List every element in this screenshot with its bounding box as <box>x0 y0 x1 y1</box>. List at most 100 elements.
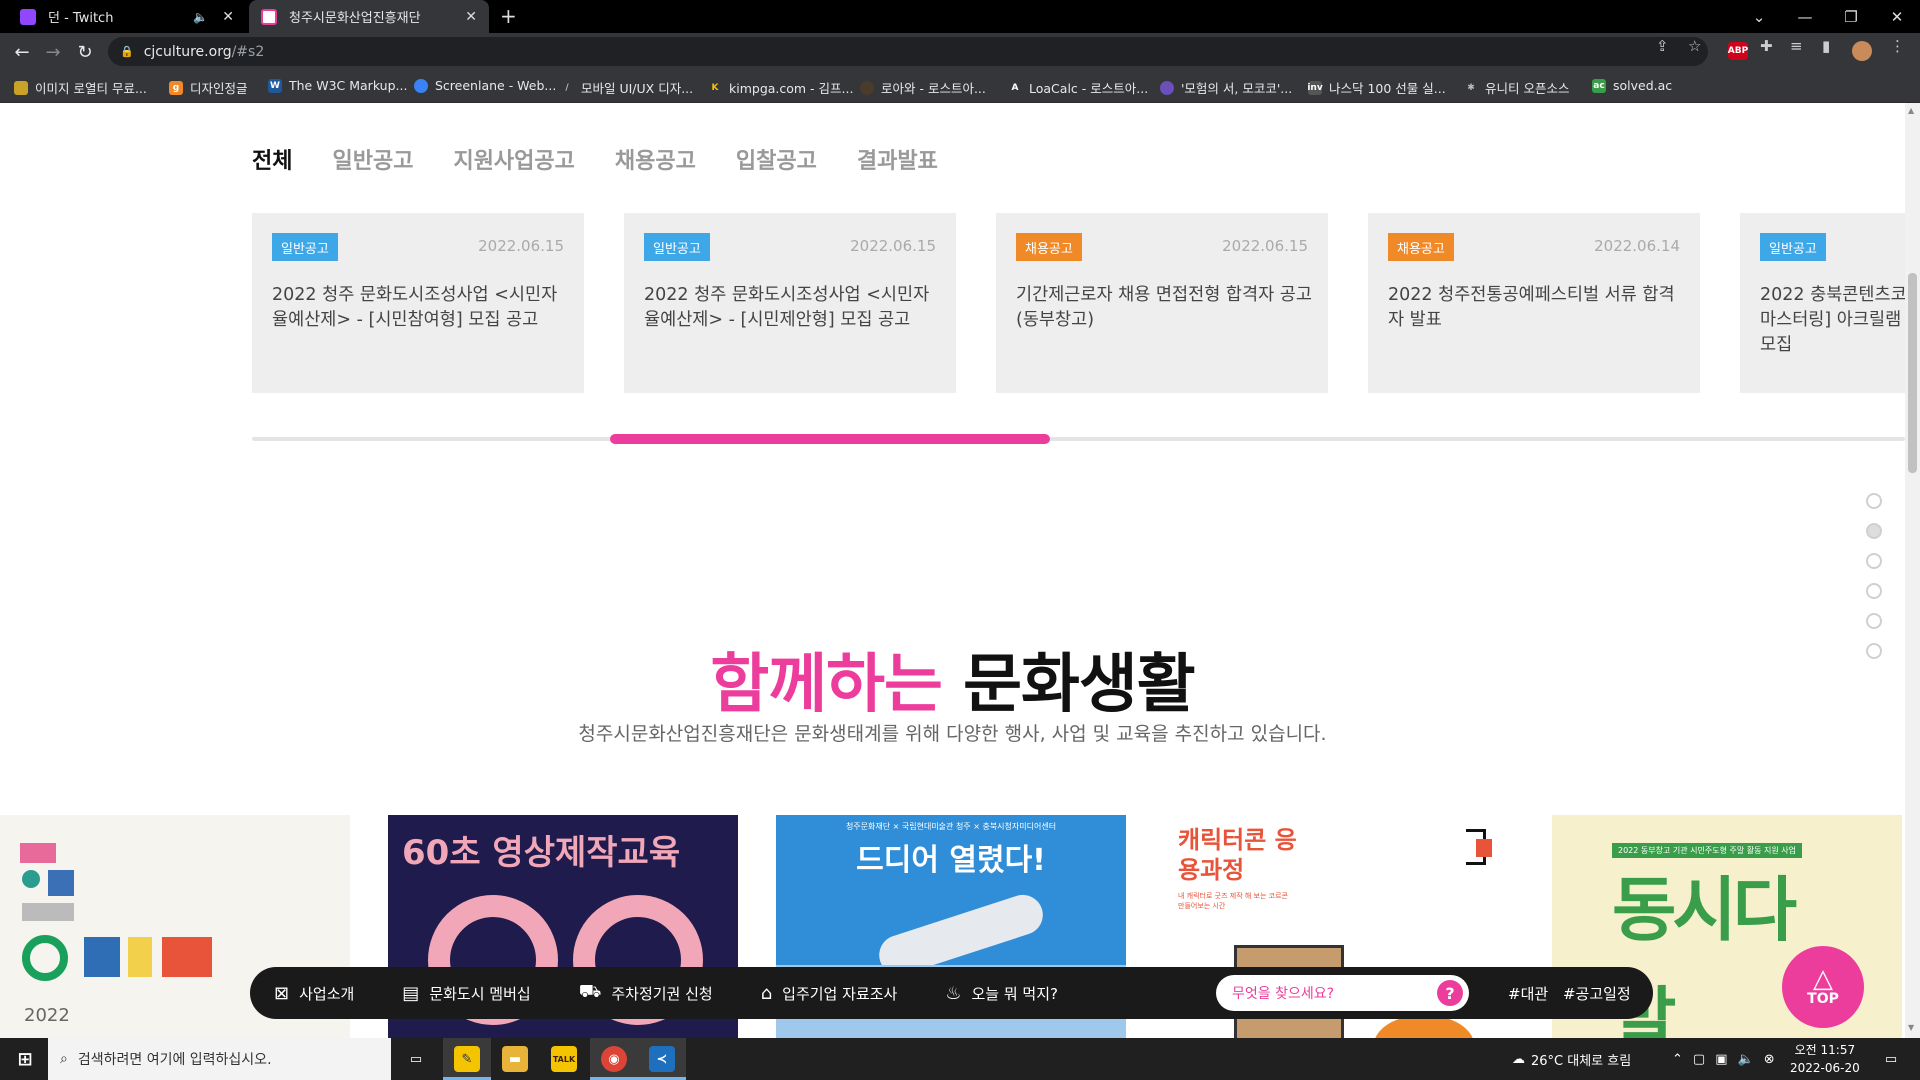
scroll-top-button[interactable]: △ TOP <box>1782 946 1864 1028</box>
notice-card[interactable]: 채용공고 2022.06.14 2022 청주전통공예페스티벌 서류 합격자 발… <box>1368 213 1700 393</box>
bookmark-item[interactable]: ✱ 유니티 오픈소스 <box>1464 78 1569 97</box>
tab-cjculture[interactable]: 청주시문화산업진흥재단 ✕ <box>249 0 489 33</box>
weather-widget[interactable]: ☁ 26°C 대체로 흐림 <box>1512 1038 1631 1080</box>
question-icon[interactable]: ? <box>1437 980 1463 1006</box>
bookmark-item[interactable]: Screenlane - Web... <box>414 78 556 93</box>
new-tab-button[interactable]: + <box>500 4 517 28</box>
poster-title: 드디어 열렸다! <box>856 843 1046 878</box>
quick-menu-label: 사업소개 <box>299 984 355 1003</box>
sticky-notes-icon[interactable]: ✎ <box>454 1046 480 1072</box>
chrome-icon[interactable]: ◉ <box>601 1046 627 1072</box>
volume-icon[interactable]: 🔈 <box>1738 1052 1754 1067</box>
tab-all[interactable]: 전체 <box>252 143 292 175</box>
quick-menu-item[interactable]: ⛟ 주차정기권 신청 <box>579 981 713 1005</box>
reload-icon[interactable]: ↻ <box>72 39 98 65</box>
file-explorer-icon[interactable]: ▬ <box>502 1046 528 1072</box>
quick-menu-item[interactable]: ⌂ 입주기업 자료조사 <box>761 983 898 1004</box>
tab-support[interactable]: 지원사업공고 <box>453 143 574 175</box>
network-icon[interactable]: ▣ <box>1715 1052 1727 1067</box>
notice-card[interactable]: 일반공고 2022 충북콘텐츠코 마스터링] 아크릴램 모집 <box>1740 213 1905 393</box>
section-subtitle: 청주시문화산업진흥재단은 문화생태계를 위해 다양한 행사, 사업 및 교육을 … <box>578 723 1327 745</box>
tab-search-icon[interactable]: ⌄ <box>1736 0 1782 33</box>
restore-icon[interactable]: ❐ <box>1828 0 1874 33</box>
notice-card[interactable]: 일반공고 2022.06.15 2022 청주 문화도시조성사업 <시민자율예산… <box>624 213 956 393</box>
heading-main: 문화생활 <box>963 648 1196 722</box>
scroll-down-icon[interactable]: ▼ <box>1908 1023 1914 1032</box>
profile-avatar[interactable] <box>1852 41 1872 61</box>
search-icon: ⌕ <box>60 1051 68 1067</box>
bookmark-item[interactable]: 이미지 로열티 무료... <box>14 78 147 97</box>
tab-recruit[interactable]: 채용공고 <box>615 143 696 175</box>
bookmark-star-icon[interactable]: ☆ <box>1688 37 1701 55</box>
forward-icon[interactable]: → <box>40 39 66 65</box>
tab-bid[interactable]: 입찰공고 <box>736 143 817 175</box>
poster-caption: 청주문화재단 × 국립현대미술관 청주 × 충북시청자미디어센터 <box>845 822 1057 831</box>
section-dot[interactable] <box>1866 613 1882 629</box>
system-clock[interactable]: 오전 11:57 2022-06-20 <box>1790 1041 1860 1077</box>
site-search-input[interactable]: 무엇을 찾으세요? ? <box>1216 975 1469 1011</box>
notice-card[interactable]: 채용공고 2022.06.15 기간제근로자 채용 면접전형 합격자 공고(동부… <box>996 213 1328 393</box>
poster-year: 2022 <box>24 1005 70 1026</box>
menu-icon[interactable]: ⋮ <box>1890 37 1905 55</box>
adblock-icon[interactable]: ABP <box>1728 42 1748 60</box>
category-badge: 일반공고 <box>272 233 338 261</box>
section-dot[interactable] <box>1866 553 1882 569</box>
back-icon[interactable]: ← <box>9 39 35 65</box>
windows-start-icon[interactable]: ⊞ <box>12 1046 38 1072</box>
vscode-icon[interactable]: ≺ <box>649 1046 675 1072</box>
url-host: cjculture.org <box>143 43 232 60</box>
bookmark-item[interactable]: inv 나스닥 100 선물 실... <box>1307 78 1446 97</box>
bookmark-item[interactable]: A LoaCalc - 로스트아... <box>1008 78 1149 97</box>
share-icon[interactable]: ⇪ <box>1656 37 1669 55</box>
top-label: TOP <box>1807 991 1839 1007</box>
tab-general[interactable]: 일반공고 <box>332 143 413 175</box>
bookmark-item[interactable]: Kkimpga.com - 김프... <box>708 78 854 97</box>
bookmark-item[interactable]: / 모바일 UI/UX 디자... <box>560 78 693 97</box>
system-tray[interactable]: ⌃ ▢ ▣ 🔈 ⊗ <box>1672 1038 1775 1080</box>
window-close-icon[interactable]: ✕ <box>1874 0 1920 33</box>
section-dot[interactable] <box>1866 523 1882 539</box>
tab-twitch[interactable]: 던 - Twitch 🔈 ✕ <box>8 0 246 33</box>
bookmark-item[interactable]: 로아와 - 로스트아... <box>860 78 986 97</box>
notice-date: 2022.06.15 <box>478 237 564 255</box>
poster-shape <box>48 870 74 896</box>
bookmark-item[interactable]: ac solved.ac <box>1592 78 1672 93</box>
quick-menu-item[interactable]: ♨ 오늘 뭐 먹지? <box>945 983 1058 1004</box>
extensions-icon[interactable]: ✚ <box>1760 37 1773 55</box>
address-bar[interactable]: 🔒 cjculture.org/#s2 <box>108 37 1708 66</box>
close-icon[interactable]: ✕ <box>465 9 477 25</box>
quick-menu-item[interactable]: ▤ 문화도시 멤버십 <box>402 983 530 1004</box>
hashtag-rental[interactable]: #대관 <box>1508 985 1548 1003</box>
bookmark-label: 나스닥 100 선물 실... <box>1329 81 1446 96</box>
notification-icon[interactable]: ▭ <box>1878 1046 1904 1072</box>
hashtag-notice-schedule[interactable]: #공고일정 <box>1563 985 1631 1003</box>
bookmark-icon: ✱ <box>1467 82 1475 93</box>
section-dot[interactable] <box>1866 583 1882 599</box>
carousel-progress-track[interactable] <box>252 434 1905 444</box>
chevron-up-icon[interactable]: ⌃ <box>1672 1052 1683 1067</box>
task-view-icon[interactable]: ▭ <box>403 1046 429 1072</box>
bookmark-item[interactable]: g 디자인정글 <box>169 78 248 97</box>
quick-menu-item[interactable]: ⊠ 사업소개 <box>274 983 354 1004</box>
carousel-progress-thumb[interactable] <box>610 434 1050 444</box>
media-icon[interactable]: ≡ <box>1790 37 1803 55</box>
taskbar-search-input[interactable]: ⌕ 검색하려면 여기에 입력하십시오. <box>48 1038 391 1080</box>
ime-icon[interactable]: ⊗ <box>1764 1052 1775 1067</box>
scrollbar-thumb[interactable] <box>1908 273 1917 473</box>
bookmark-item[interactable]: '모험의 서, 모코코'... <box>1160 78 1292 97</box>
notice-card[interactable]: 일반공고 2022.06.15 2022 청주 문화도시조성사업 <시민자율예산… <box>252 213 584 393</box>
section-dot[interactable] <box>1866 493 1882 509</box>
tab-results[interactable]: 결과발표 <box>857 143 938 175</box>
kakaotalk-icon[interactable]: TALK <box>551 1046 577 1072</box>
close-icon[interactable]: ✕ <box>222 9 234 25</box>
minimize-icon[interactable]: — <box>1782 0 1828 33</box>
bookmark-item[interactable]: W The W3C Markup... <box>268 78 407 93</box>
scroll-up-icon[interactable]: ▲ <box>1908 106 1914 115</box>
taskbar-search-placeholder: 검색하려면 여기에 입력하십시오. <box>77 1052 272 1068</box>
page-scrollbar[interactable]: ▲ ▼ <box>1905 103 1920 1038</box>
section-heading: 함께하는 문화생활 <box>0 633 1905 725</box>
side-panel-icon[interactable]: ▮ <box>1822 37 1830 55</box>
camera-icon[interactable]: ▢ <box>1693 1052 1705 1067</box>
poster-title: 캐릭터콘 응용과정 <box>1178 826 1297 884</box>
speaker-icon[interactable]: 🔈 <box>193 10 208 24</box>
